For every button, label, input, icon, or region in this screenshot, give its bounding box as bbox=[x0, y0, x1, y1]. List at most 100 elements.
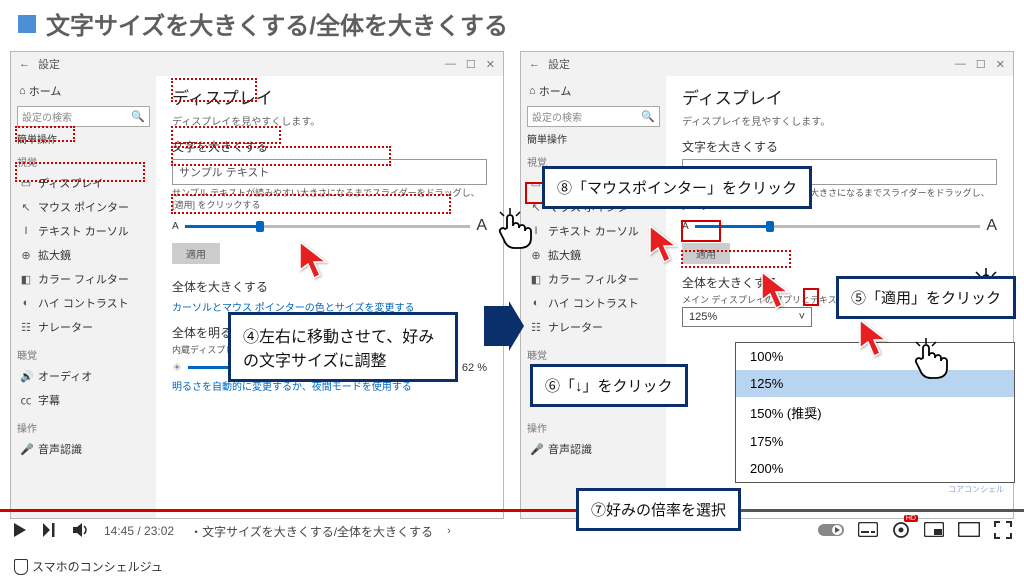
close-icon[interactable]: ✕ bbox=[996, 58, 1005, 71]
red-cursor-icon bbox=[856, 318, 890, 363]
search-input[interactable]: 設定の検索🔍 bbox=[17, 106, 150, 127]
search-input[interactable]: 設定の検索🔍 bbox=[527, 106, 660, 127]
sidebar-item-narrator[interactable]: ☷ナレーター bbox=[527, 315, 660, 339]
fullscreen-icon[interactable] bbox=[994, 521, 1012, 542]
tap-hand-icon bbox=[494, 206, 536, 257]
header-bullet bbox=[18, 15, 36, 33]
section-label: 簡単操作 bbox=[17, 135, 57, 146]
mic-icon: 🎤 bbox=[20, 443, 32, 456]
window-title: 設定 bbox=[38, 56, 60, 72]
callout-8: ⑧「マウスポインター」をクリック bbox=[542, 166, 812, 209]
a-small-icon: A bbox=[682, 221, 689, 232]
sun-icon: ☀ bbox=[172, 361, 182, 374]
scale-option-200[interactable]: 200% bbox=[736, 455, 1014, 482]
tap-hand-icon bbox=[910, 336, 952, 387]
magnifier-icon: ⊕ bbox=[20, 249, 32, 262]
red-cursor-icon bbox=[296, 240, 330, 285]
back-icon[interactable]: ← bbox=[19, 58, 30, 70]
miniplayer-icon[interactable] bbox=[924, 522, 944, 540]
scale-option-125[interactable]: 125% bbox=[736, 370, 1014, 397]
narrator-icon: ☷ bbox=[530, 321, 542, 334]
apply-button[interactable]: 適用 bbox=[172, 243, 220, 264]
scale-value: 125% bbox=[689, 311, 717, 323]
back-icon[interactable]: ← bbox=[529, 58, 540, 70]
chapter-title[interactable]: ・文字サイズを大きくする/全体を大きくする bbox=[190, 523, 433, 540]
window-title: 設定 bbox=[548, 56, 570, 72]
main-heading: ディスプレイ bbox=[682, 84, 997, 109]
narrator-icon: ☷ bbox=[20, 321, 32, 334]
sidebar-item-color-filter[interactable]: ◧カラー フィルター bbox=[17, 267, 150, 291]
chevron-down-icon: ˅ bbox=[799, 311, 805, 323]
search-icon: 🔍 bbox=[131, 110, 145, 123]
a-large-icon: A bbox=[986, 217, 997, 235]
next-icon[interactable] bbox=[42, 522, 58, 541]
sidebar-item-magnifier[interactable]: ⊕拡大鏡 bbox=[17, 243, 150, 267]
sidebar-item-high-contrast[interactable]: ◐ハイ コントラスト bbox=[527, 291, 660, 315]
cat-hearing: 聴覚 bbox=[527, 347, 660, 362]
cat-hearing: 聴覚 bbox=[17, 347, 150, 362]
cursor-icon: ↖ bbox=[20, 201, 32, 214]
cat-interaction: 操作 bbox=[17, 420, 150, 435]
filter-icon: ◧ bbox=[530, 273, 542, 286]
sidebar-item-caption[interactable]: ㏄字幕 bbox=[17, 388, 150, 412]
main-desc: ディスプレイを見やすくします。 bbox=[682, 113, 997, 128]
chevron-right-icon: › bbox=[447, 525, 451, 537]
sidebar-item-text-cursor[interactable]: Iテキスト カーソル bbox=[527, 219, 660, 243]
flow-arrow-icon bbox=[484, 301, 524, 356]
sidebar-item-audio[interactable]: 🔊オーディオ bbox=[17, 364, 150, 388]
subtitles-icon[interactable] bbox=[858, 522, 878, 540]
main-heading: ディスプレイ bbox=[172, 84, 487, 109]
sidebar-item-speech[interactable]: 🎤音声認識 bbox=[527, 437, 660, 461]
sidebar-item-high-contrast[interactable]: ◐ハイ コントラスト bbox=[17, 291, 150, 315]
volume-icon[interactable] bbox=[72, 522, 90, 541]
a-large-icon: A bbox=[476, 217, 487, 235]
sidebar-item-text-cursor[interactable]: Iテキスト カーソル bbox=[17, 219, 150, 243]
filter-icon: ◧ bbox=[20, 273, 32, 286]
slider-hint: サンプル テキストが読みやすい大きさになるまでスライダーをドラッグし、[適用] … bbox=[172, 188, 487, 211]
brightness-value: 62 % bbox=[462, 362, 487, 374]
settings-window-left: ← 設定 ― ☐ ✕ ⌂ ホーム 設定の検索🔍 簡単操作 視覚 ▭ディスプレイ … bbox=[10, 51, 504, 519]
autoplay-icon[interactable] bbox=[818, 523, 844, 540]
sidebar-item-magnifier[interactable]: ⊕拡大鏡 bbox=[527, 243, 660, 267]
red-cursor-icon bbox=[758, 270, 792, 315]
home-icon: ⌂ bbox=[529, 85, 536, 97]
close-icon[interactable]: ✕ bbox=[486, 58, 495, 71]
heading-bigger-text: 文字を大きくする bbox=[682, 138, 997, 155]
heading-bigger-text: 文字を大きくする bbox=[172, 138, 487, 155]
home-label[interactable]: ホーム bbox=[29, 83, 62, 99]
settings-icon[interactable]: HD bbox=[892, 521, 910, 542]
sidebar-item-display[interactable]: ▭ディスプレイ bbox=[17, 171, 150, 195]
shield-icon bbox=[14, 559, 28, 575]
scale-dropdown[interactable]: 100% 125% 150% (推奨) 175% 200% bbox=[735, 342, 1015, 483]
minimize-icon[interactable]: ― bbox=[445, 58, 456, 71]
sidebar-item-speech[interactable]: 🎤音声認識 bbox=[17, 437, 150, 461]
callout-4: ④左右に移動させて、好みの文字サイズに調整 bbox=[228, 312, 458, 382]
page-title: 文字サイズを大きくする/全体を大きくする bbox=[46, 6, 508, 41]
sidebar-item-color-filter[interactable]: ◧カラー フィルター bbox=[527, 267, 660, 291]
minimize-icon[interactable]: ― bbox=[955, 58, 966, 71]
scale-option-150[interactable]: 150% (推奨) bbox=[736, 397, 1014, 428]
maximize-icon[interactable]: ☐ bbox=[976, 58, 986, 71]
progress-bar[interactable] bbox=[0, 509, 1024, 512]
main-desc: ディスプレイを見やすくします。 bbox=[172, 113, 487, 128]
sample-text-box: サンプル テキスト bbox=[172, 159, 487, 185]
sidebar-item-mouse[interactable]: ↖マウス ポインター bbox=[17, 195, 150, 219]
maximize-icon[interactable]: ☐ bbox=[466, 58, 476, 71]
scale-select[interactable]: 125% ˅ bbox=[682, 307, 812, 327]
video-player: 14:45 / 23:02 ・文字サイズを大きくする/全体を大きくする › HD… bbox=[0, 509, 1024, 581]
theater-icon[interactable] bbox=[958, 522, 980, 540]
sidebar-item-narrator[interactable]: ☷ナレーター bbox=[17, 315, 150, 339]
hd-badge: HD bbox=[904, 515, 918, 522]
callout-5: ⑤「適用」をクリック bbox=[836, 276, 1016, 319]
callout-7: ⑦好みの倍率を選択 bbox=[576, 488, 741, 531]
text-size-slider[interactable]: A A bbox=[172, 217, 487, 235]
home-label[interactable]: ホーム bbox=[539, 83, 572, 99]
cat-vision: 視覚 bbox=[17, 154, 150, 169]
text-cursor-icon: I bbox=[20, 225, 32, 237]
channel-branding[interactable]: スマホのコンシェルジュ bbox=[14, 558, 163, 575]
apply-button[interactable]: 適用 bbox=[682, 243, 730, 264]
callout-6: ⑥「↓」をクリック bbox=[530, 364, 688, 407]
play-icon[interactable] bbox=[12, 522, 28, 541]
scale-option-175[interactable]: 175% bbox=[736, 428, 1014, 455]
text-size-slider[interactable]: A A bbox=[682, 217, 997, 235]
